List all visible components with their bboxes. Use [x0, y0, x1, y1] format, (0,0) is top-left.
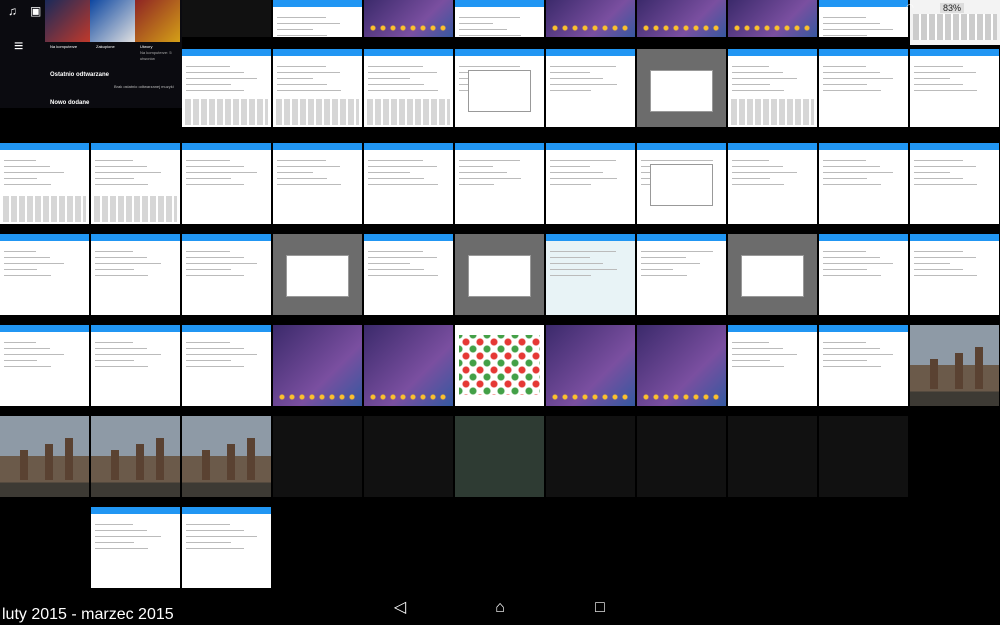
screenshot-thumbnail[interactable] [91, 143, 180, 232]
date-range-label: luty 2015 - marzec 2015 [2, 606, 174, 623]
screenshot-thumbnail[interactable] [637, 0, 726, 45]
category-purchased[interactable]: Zakupione [96, 44, 115, 50]
screenshot-thumbnail[interactable] [182, 325, 271, 414]
section-new: Nowo dodane [50, 100, 90, 106]
screenshot-thumbnail[interactable] [637, 234, 726, 323]
screenshot-thumbnail[interactable] [0, 234, 89, 323]
screenshot-thumbnail[interactable] [182, 0, 271, 45]
wifi-icon: ◠ [906, 2, 914, 12]
screenshot-thumbnail[interactable] [91, 325, 180, 414]
screenshot-thumbnail[interactable] [0, 325, 89, 414]
screenshot-thumbnail[interactable] [455, 49, 544, 135]
screenshot-thumbnail[interactable] [455, 0, 544, 45]
screenshot-thumbnail[interactable] [728, 234, 817, 323]
screenshot-thumbnail[interactable] [364, 0, 453, 45]
thumbnail-navbar [0, 108, 182, 120]
screenshot-thumbnail[interactable] [364, 49, 453, 135]
section-recent: Ostatnio odtwarzane [50, 72, 110, 78]
category-tracks[interactable]: Utwory Na komputerze: 5 utworów [140, 44, 182, 62]
screenshot-thumbnail[interactable] [364, 325, 453, 414]
screenshot-thumbnail[interactable] [455, 325, 544, 414]
screenshot-thumbnail[interactable] [273, 325, 362, 414]
battery-indicator: 83% [940, 3, 965, 13]
music-note-icon: ♫ [8, 4, 17, 18]
screenshot-thumbnail[interactable] [91, 416, 180, 505]
screenshot-thumbnail[interactable] [910, 143, 999, 232]
screenshot-thumbnail[interactable] [455, 234, 544, 323]
home-icon[interactable]: ⌂ [488, 597, 512, 619]
screenshot-thumbnail[interactable] [182, 416, 271, 505]
screenshot-thumbnail[interactable] [273, 416, 362, 505]
screenshot-thumbnail[interactable] [728, 325, 817, 414]
recents-icon[interactable]: □ [588, 597, 612, 619]
screenshot-thumbnail[interactable] [546, 143, 635, 232]
screenshot-thumbnail[interactable] [182, 143, 271, 232]
screenshot-thumbnail[interactable] [637, 416, 726, 505]
screenshot-thumbnail[interactable] [546, 416, 635, 505]
screenshot-thumbnail[interactable] [364, 234, 453, 323]
screenshot-thumbnail[interactable] [91, 234, 180, 323]
screenshot-thumbnail[interactable] [819, 0, 908, 45]
screenshot-thumbnail[interactable] [273, 234, 362, 323]
album-art [135, 0, 180, 42]
screenshot-thumbnail[interactable] [0, 416, 89, 505]
screenshot-thumbnail[interactable] [273, 143, 362, 232]
album-art [45, 0, 90, 42]
screenshot-thumbnail[interactable] [455, 416, 544, 505]
screenshot-thumbnail[interactable] [728, 143, 817, 232]
screenshot-thumbnail[interactable] [364, 416, 453, 505]
screenshot-thumbnail[interactable] [637, 325, 726, 414]
screenshot-thumbnail[interactable] [728, 416, 817, 505]
back-icon[interactable]: ◁ [388, 597, 412, 619]
screenshot-thumbnail[interactable] [728, 0, 817, 45]
screenshot-thumbnail[interactable] [819, 416, 908, 505]
category-local[interactable]: Na komputerze [50, 44, 77, 50]
screenshot-thumbnail[interactable] [728, 49, 817, 135]
screenshot-thumbnail[interactable] [364, 143, 453, 232]
screenshot-thumbnail[interactable] [637, 143, 726, 232]
music-app-thumbnail[interactable]: ♫ ▣ ≡ Na komputerze Zakupione Utwory Na … [0, 0, 182, 120]
album-art [90, 0, 135, 42]
screenshot-thumbnail[interactable] [910, 325, 999, 414]
screenshot-thumbnail[interactable] [182, 507, 271, 596]
screenshot-thumbnail[interactable] [273, 0, 362, 45]
screenshot-thumbnail[interactable] [637, 49, 726, 135]
screenshot-thumbnail[interactable] [273, 49, 362, 135]
screenshot-thumbnail[interactable] [910, 234, 999, 323]
screenshot-thumbnail[interactable] [91, 507, 180, 596]
screenshot-thumbnail[interactable] [0, 143, 89, 232]
empty-message: Brak ostatnio odtwarzanej muzyki [114, 84, 174, 89]
screenshot-thumbnail[interactable] [182, 234, 271, 323]
screenshot-thumbnail[interactable] [819, 49, 908, 135]
screenshot-thumbnail[interactable] [819, 143, 908, 232]
screenshot-thumbnail[interactable] [455, 143, 544, 232]
hamburger-menu-icon[interactable]: ≡ [14, 38, 23, 56]
image-icon: ▣ [30, 4, 42, 18]
screenshot-thumbnail[interactable] [546, 49, 635, 135]
screenshot-thumbnail[interactable] [546, 0, 635, 45]
screenshot-thumbnail[interactable] [819, 325, 908, 414]
screenshot-thumbnail[interactable] [546, 325, 635, 414]
screenshot-thumbnail[interactable] [819, 234, 908, 323]
screenshot-thumbnail[interactable] [546, 234, 635, 323]
screenshot-thumbnail[interactable] [910, 49, 999, 135]
screenshot-thumbnail[interactable] [182, 49, 271, 135]
